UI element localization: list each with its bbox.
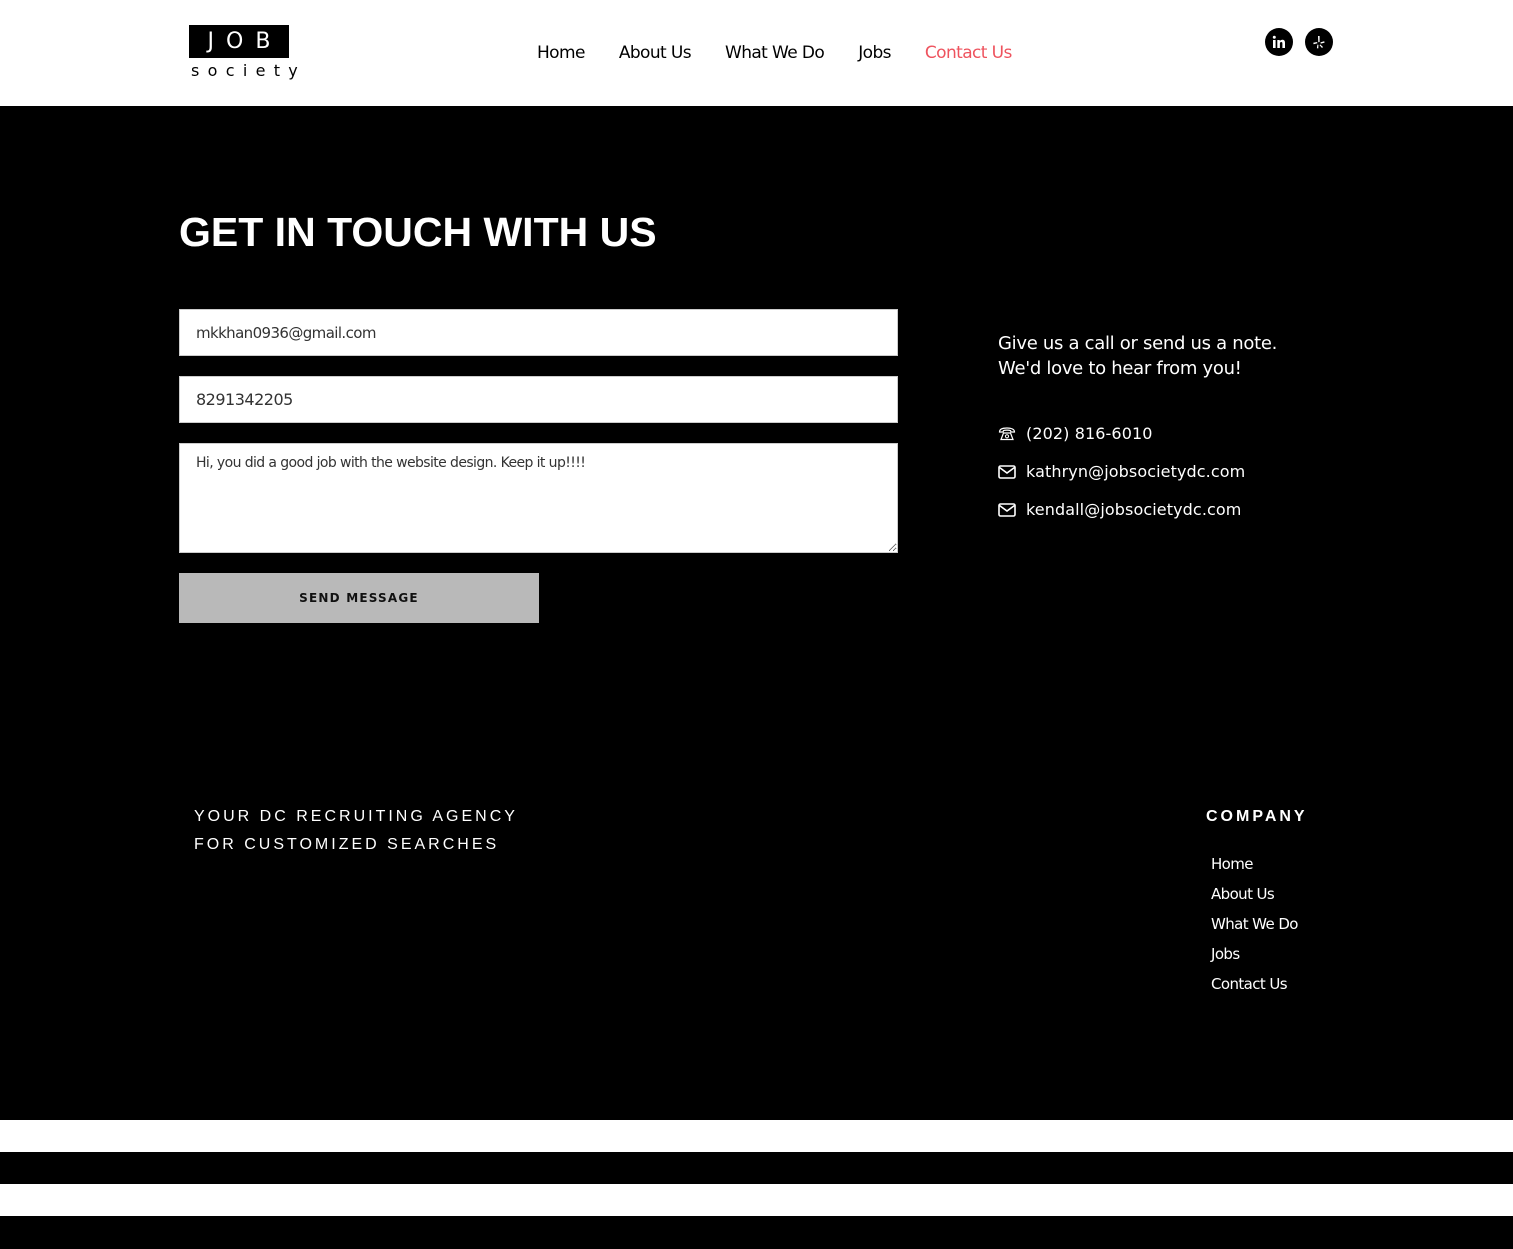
contact-intro-line2: We'd love to hear from you! — [998, 358, 1242, 379]
nav-what-we-do[interactable]: What We Do — [725, 41, 825, 65]
company-heading: COMPANY — [1206, 808, 1308, 825]
site-logo[interactable]: JOB society — [189, 25, 307, 81]
phone-contact[interactable]: (202) 816-6010 — [998, 424, 1153, 443]
footer-link-jobs[interactable]: Jobs — [1211, 945, 1240, 963]
nav-about-us[interactable]: About Us — [619, 41, 692, 65]
email-contact-2[interactable]: kendall@jobsocietydc.com — [998, 500, 1242, 519]
tagline-line2: FOR CUSTOMIZED SEARCHES — [194, 836, 500, 853]
send-message-button[interactable]: SEND MESSAGE — [179, 573, 539, 623]
footer-tagline: YOUR DC RECRUITING AGENCY FOR CUSTOMIZED… — [194, 803, 518, 859]
linkedin-link[interactable] — [1265, 28, 1293, 56]
footer-link-item: What We Do — [1211, 912, 1298, 942]
footer-link-item: About Us — [1211, 882, 1298, 912]
yelp-icon — [1313, 36, 1325, 49]
email-contact-1[interactable]: kathryn@jobsocietydc.com — [998, 462, 1245, 481]
main-nav: Home About Us What We Do Jobs Contact Us — [537, 41, 1012, 65]
footer-link-item: Home — [1211, 852, 1298, 882]
envelope-icon — [998, 464, 1016, 480]
site-header: JOB society Home About Us What We Do Job… — [0, 0, 1513, 106]
contact-title: GET IN TOUCH WITH US — [179, 209, 657, 255]
footer-divider-stripe — [0, 1120, 1513, 1152]
footer-divider-stripe — [0, 1184, 1513, 1216]
linkedin-icon — [1272, 35, 1285, 48]
footer-links: Home About Us What We Do Jobs Contact Us — [1211, 852, 1298, 1002]
phone-icon — [998, 426, 1016, 442]
envelope-icon — [998, 502, 1016, 518]
footer-link-item: Contact Us — [1211, 972, 1298, 1002]
logo-society-text: society — [191, 61, 307, 80]
phone-field[interactable] — [179, 376, 898, 423]
footer-link-home[interactable]: Home — [1211, 855, 1254, 873]
nav-home[interactable]: Home — [537, 41, 585, 65]
email-address-1: kathryn@jobsocietydc.com — [1026, 462, 1246, 481]
footer-link-about-us[interactable]: About Us — [1211, 885, 1275, 903]
footer-link-contact-us[interactable]: Contact Us — [1211, 975, 1288, 993]
footer-link-what-we-do[interactable]: What We Do — [1211, 915, 1298, 933]
nav-contact-us[interactable]: Contact Us — [925, 41, 1012, 65]
email-address-2: kendall@jobsocietydc.com — [1026, 500, 1242, 519]
tagline-line1: YOUR DC RECRUITING AGENCY — [194, 808, 518, 825]
message-field[interactable]: Hi, you did a good job with the website … — [179, 443, 898, 553]
logo-job-text: JOB — [189, 25, 289, 58]
phone-number: (202) 816-6010 — [1026, 424, 1153, 443]
yelp-link[interactable] — [1305, 28, 1333, 56]
contact-intro-line1: Give us a call or send us a note. — [998, 333, 1278, 354]
footer-link-item: Jobs — [1211, 942, 1298, 972]
contact-intro: Give us a call or send us a note. We'd l… — [998, 331, 1277, 381]
email-field[interactable] — [179, 309, 898, 356]
nav-jobs[interactable]: Jobs — [858, 41, 891, 65]
